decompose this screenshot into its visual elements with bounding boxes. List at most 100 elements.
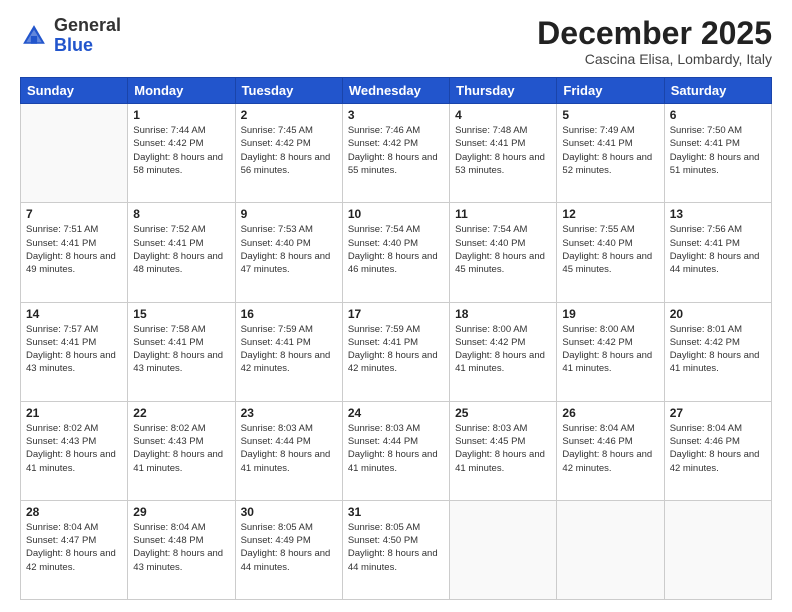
day-info: Sunrise: 7:54 AMSunset: 4:40 PMDaylight:… <box>455 223 551 276</box>
day-number: 19 <box>562 307 658 321</box>
day-info: Sunrise: 8:02 AMSunset: 4:43 PMDaylight:… <box>26 422 122 475</box>
day-number: 20 <box>670 307 766 321</box>
table-row: 23Sunrise: 8:03 AMSunset: 4:44 PMDayligh… <box>235 401 342 500</box>
logo: General Blue <box>20 16 121 56</box>
day-info: Sunrise: 7:56 AMSunset: 4:41 PMDaylight:… <box>670 223 766 276</box>
table-row: 26 Sunrise: 8:04 AMSunset: 4:46 PMDayligh… <box>557 401 664 500</box>
day-info: Sunrise: 7:52 AMSunset: 4:41 PMDaylight:… <box>133 223 229 276</box>
day-number: 22 <box>133 406 229 420</box>
day-number: 23 <box>241 406 337 420</box>
table-row: 13 Sunrise: 7:56 AMSunset: 4:41 PMDayligh… <box>664 203 771 302</box>
table-row: 29Sunrise: 8:04 AMSunset: 4:48 PMDayligh… <box>128 500 235 599</box>
day-info: Sunrise: 7:57 AMSunset: 4:41 PMDaylight:… <box>26 323 122 376</box>
day-number: 25 <box>455 406 551 420</box>
logo-blue-text: Blue <box>54 35 93 55</box>
col-monday: Monday <box>128 78 235 104</box>
day-number: 5 <box>562 108 658 122</box>
day-info: Sunrise: 8:00 AMSunset: 4:42 PMDaylight:… <box>562 323 658 376</box>
table-row: 31 Sunrise: 8:05 AMSunset: 4:50 PMDayligh… <box>342 500 449 599</box>
day-info: Sunrise: 7:51 AMSunset: 4:41 PMDaylight:… <box>26 223 122 276</box>
calendar-week-row: 1 Sunrise: 7:44 AMSunset: 4:42 PMDaylight… <box>21 104 772 203</box>
day-number: 30 <box>241 505 337 519</box>
table-row: 2Sunrise: 7:45 AMSunset: 4:42 PMDaylight… <box>235 104 342 203</box>
table-row: 1 Sunrise: 7:44 AMSunset: 4:42 PMDaylight… <box>128 104 235 203</box>
day-number: 12 <box>562 207 658 221</box>
page: General Blue December 2025 Cascina Elisa… <box>0 0 792 612</box>
day-number: 18 <box>455 307 551 321</box>
table-row: 28Sunrise: 8:04 AMSunset: 4:47 PMDayligh… <box>21 500 128 599</box>
calendar-table: Sunday Monday Tuesday Wednesday Thursday… <box>20 77 772 600</box>
day-number: 8 <box>133 207 229 221</box>
day-info: Sunrise: 8:03 AMSunset: 4:45 PMDaylight:… <box>455 422 551 475</box>
day-info: Sunrise: 8:00 AMSunset: 4:42 PMDaylight:… <box>455 323 551 376</box>
day-info: Sunrise: 7:54 AMSunset: 4:40 PMDaylight:… <box>348 223 444 276</box>
table-row: 16 Sunrise: 7:59 AMSunset: 4:41 PMDayligh… <box>235 302 342 401</box>
day-info: Sunrise: 7:59 AMSunset: 4:41 PMDaylight:… <box>348 323 444 376</box>
day-info: Sunrise: 7:44 AMSunset: 4:42 PMDaylight:… <box>133 124 229 177</box>
table-row: 3 Sunrise: 7:46 AMSunset: 4:42 PMDaylight… <box>342 104 449 203</box>
location: Cascina Elisa, Lombardy, Italy <box>537 51 772 67</box>
col-thursday: Thursday <box>450 78 557 104</box>
day-info: Sunrise: 7:53 AMSunset: 4:40 PMDaylight:… <box>241 223 337 276</box>
day-info: Sunrise: 7:55 AMSunset: 4:40 PMDaylight:… <box>562 223 658 276</box>
table-row: 7 Sunrise: 7:51 AMSunset: 4:41 PMDaylight… <box>21 203 128 302</box>
table-row: 24 Sunrise: 8:03 AMSunset: 4:44 PMDayligh… <box>342 401 449 500</box>
col-wednesday: Wednesday <box>342 78 449 104</box>
day-number: 16 <box>241 307 337 321</box>
col-tuesday: Tuesday <box>235 78 342 104</box>
table-row: 11 Sunrise: 7:54 AMSunset: 4:40 PMDayligh… <box>450 203 557 302</box>
table-row <box>664 500 771 599</box>
calendar-week-row: 28Sunrise: 8:04 AMSunset: 4:47 PMDayligh… <box>21 500 772 599</box>
day-number: 7 <box>26 207 122 221</box>
table-row: 19 Sunrise: 8:00 AMSunset: 4:42 PMDayligh… <box>557 302 664 401</box>
day-number: 17 <box>348 307 444 321</box>
day-info: Sunrise: 7:45 AMSunset: 4:42 PMDaylight:… <box>241 124 337 177</box>
day-number: 1 <box>133 108 229 122</box>
table-row: 14 Sunrise: 7:57 AMSunset: 4:41 PMDayligh… <box>21 302 128 401</box>
table-row: 20 Sunrise: 8:01 AMSunset: 4:42 PMDayligh… <box>664 302 771 401</box>
table-row: 4Sunrise: 7:48 AMSunset: 4:41 PMDaylight… <box>450 104 557 203</box>
table-row: 21Sunrise: 8:02 AMSunset: 4:43 PMDayligh… <box>21 401 128 500</box>
day-info: Sunrise: 8:05 AMSunset: 4:49 PMDaylight:… <box>241 521 337 574</box>
header: General Blue December 2025 Cascina Elisa… <box>20 16 772 67</box>
table-row: 8 Sunrise: 7:52 AMSunset: 4:41 PMDaylight… <box>128 203 235 302</box>
table-row: 15 Sunrise: 7:58 AMSunset: 4:41 PMDayligh… <box>128 302 235 401</box>
day-number: 29 <box>133 505 229 519</box>
day-info: Sunrise: 7:46 AMSunset: 4:42 PMDaylight:… <box>348 124 444 177</box>
day-number: 13 <box>670 207 766 221</box>
logo-general-text: General <box>54 15 121 35</box>
table-row <box>21 104 128 203</box>
table-row: 5 Sunrise: 7:49 AMSunset: 4:41 PMDaylight… <box>557 104 664 203</box>
calendar-header-row: Sunday Monday Tuesday Wednesday Thursday… <box>21 78 772 104</box>
table-row <box>450 500 557 599</box>
day-info: Sunrise: 8:01 AMSunset: 4:42 PMDaylight:… <box>670 323 766 376</box>
day-number: 6 <box>670 108 766 122</box>
col-friday: Friday <box>557 78 664 104</box>
table-row: 25 Sunrise: 8:03 AMSunset: 4:45 PMDayligh… <box>450 401 557 500</box>
day-info: Sunrise: 8:04 AMSunset: 4:46 PMDaylight:… <box>562 422 658 475</box>
calendar-week-row: 21Sunrise: 8:02 AMSunset: 4:43 PMDayligh… <box>21 401 772 500</box>
col-saturday: Saturday <box>664 78 771 104</box>
day-number: 26 <box>562 406 658 420</box>
title-block: December 2025 Cascina Elisa, Lombardy, I… <box>537 16 772 67</box>
calendar-week-row: 14 Sunrise: 7:57 AMSunset: 4:41 PMDayligh… <box>21 302 772 401</box>
day-info: Sunrise: 8:05 AMSunset: 4:50 PMDaylight:… <box>348 521 444 574</box>
day-info: Sunrise: 7:58 AMSunset: 4:41 PMDaylight:… <box>133 323 229 376</box>
day-number: 9 <box>241 207 337 221</box>
calendar-week-row: 7 Sunrise: 7:51 AMSunset: 4:41 PMDaylight… <box>21 203 772 302</box>
day-number: 27 <box>670 406 766 420</box>
day-number: 31 <box>348 505 444 519</box>
day-number: 11 <box>455 207 551 221</box>
day-info: Sunrise: 8:02 AMSunset: 4:43 PMDaylight:… <box>133 422 229 475</box>
day-number: 14 <box>26 307 122 321</box>
day-info: Sunrise: 8:04 AMSunset: 4:46 PMDaylight:… <box>670 422 766 475</box>
day-number: 15 <box>133 307 229 321</box>
table-row: 22 Sunrise: 8:02 AMSunset: 4:43 PMDayligh… <box>128 401 235 500</box>
month-title: December 2025 <box>537 16 772 51</box>
day-number: 3 <box>348 108 444 122</box>
day-number: 24 <box>348 406 444 420</box>
day-info: Sunrise: 8:03 AMSunset: 4:44 PMDaylight:… <box>348 422 444 475</box>
day-info: Sunrise: 7:59 AMSunset: 4:41 PMDaylight:… <box>241 323 337 376</box>
day-info: Sunrise: 7:49 AMSunset: 4:41 PMDaylight:… <box>562 124 658 177</box>
day-number: 28 <box>26 505 122 519</box>
